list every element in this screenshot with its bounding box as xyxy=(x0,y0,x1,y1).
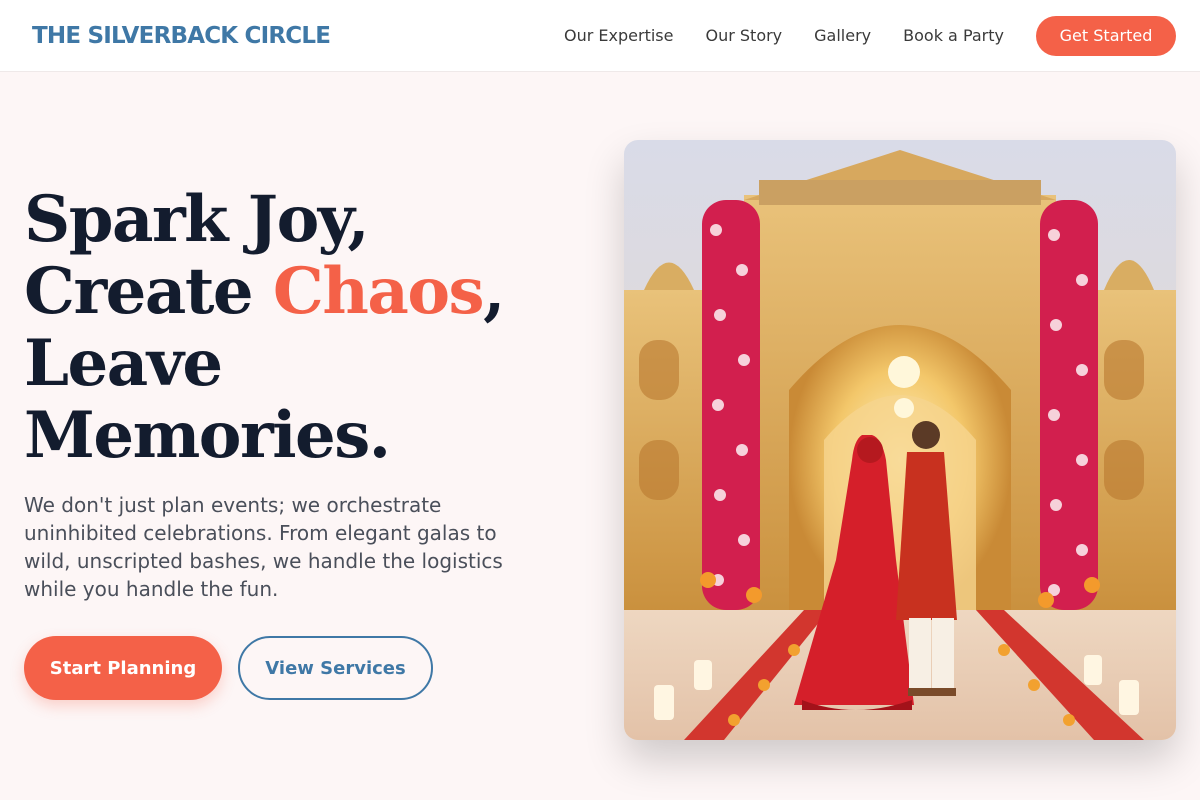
hero-title-line-3: Leave xyxy=(24,326,223,401)
hero-title-accent: Chaos xyxy=(272,254,485,329)
nav-link-gallery[interactable]: Gallery xyxy=(814,26,871,45)
hero-title-line-2-pre: Create xyxy=(24,254,273,329)
hero-title-line-1: Spark Joy, xyxy=(24,182,370,257)
nav-link-book-a-party[interactable]: Book a Party xyxy=(903,26,1004,45)
hero-subtitle: We don't just plan events; we orchestrat… xyxy=(24,493,503,601)
nav-link-our-story[interactable]: Our Story xyxy=(705,26,782,45)
site-header: THE SILVERBACK CIRCLE Our Expertise Our … xyxy=(0,0,1200,72)
start-planning-button[interactable]: Start Planning xyxy=(24,636,222,700)
hero-title-line-2-post: , xyxy=(483,254,505,329)
nav-link-our-expertise[interactable]: Our Expertise xyxy=(564,26,673,45)
hero-title-line-4: Memories. xyxy=(24,398,391,473)
brand-logo[interactable]: THE SILVERBACK CIRCLE xyxy=(32,23,331,49)
view-services-button[interactable]: View Services xyxy=(238,636,433,700)
get-started-button[interactable]: Get Started xyxy=(1036,15,1176,56)
main-nav: Our Expertise Our Story Gallery Book a P… xyxy=(564,15,1176,56)
hero-title: Spark Joy, Create Chaos, Leave Memories. xyxy=(24,182,505,473)
hero-image xyxy=(624,140,1176,740)
wedding-photo-illustration xyxy=(624,140,1176,740)
